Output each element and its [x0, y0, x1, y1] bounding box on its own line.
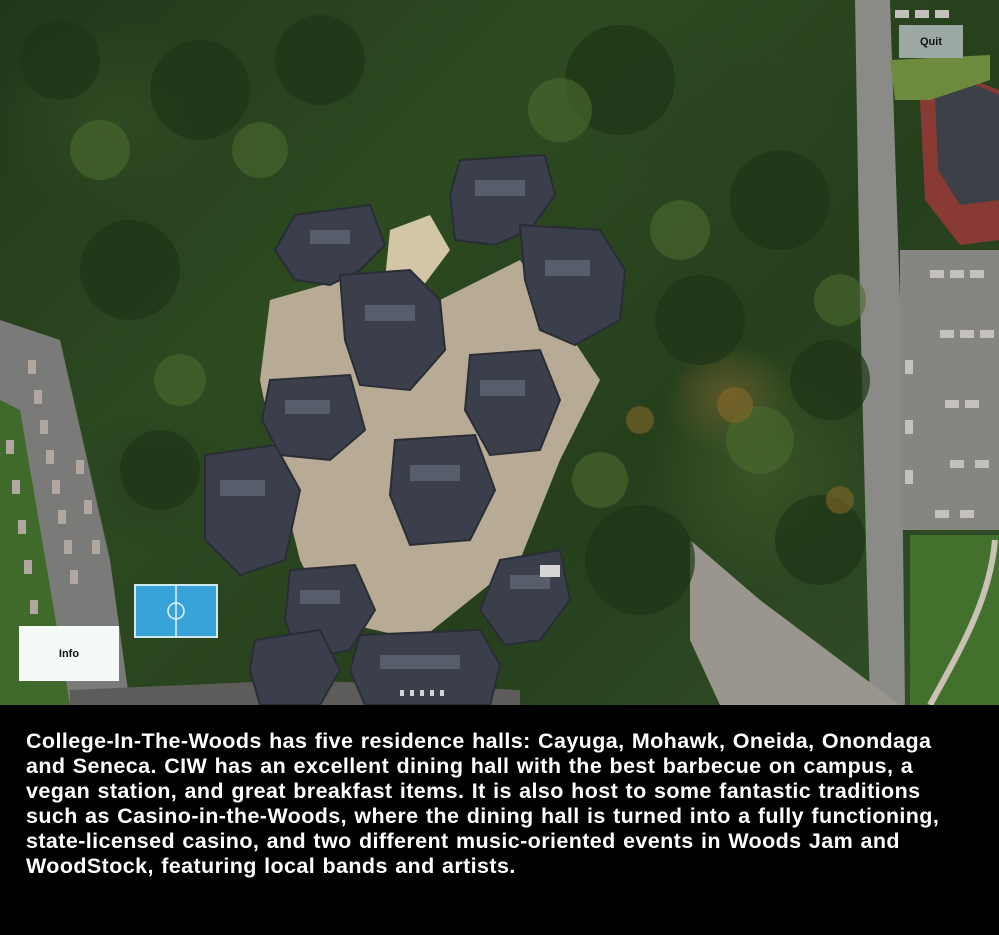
aerial-photo [0, 0, 999, 705]
description-panel: College-In-The-Woods has five residence … [0, 705, 999, 935]
road-right [855, 0, 905, 705]
parking-lot-right [900, 250, 999, 530]
lawn-right [910, 535, 999, 705]
app-window: Quit Info College-In-The-Woods has five … [0, 0, 999, 935]
info-button[interactable]: Info [19, 626, 119, 681]
description-text: College-In-The-Woods has five residence … [26, 729, 940, 878]
aerial-photo-drawing [0, 0, 999, 705]
quit-button[interactable]: Quit [899, 25, 963, 58]
